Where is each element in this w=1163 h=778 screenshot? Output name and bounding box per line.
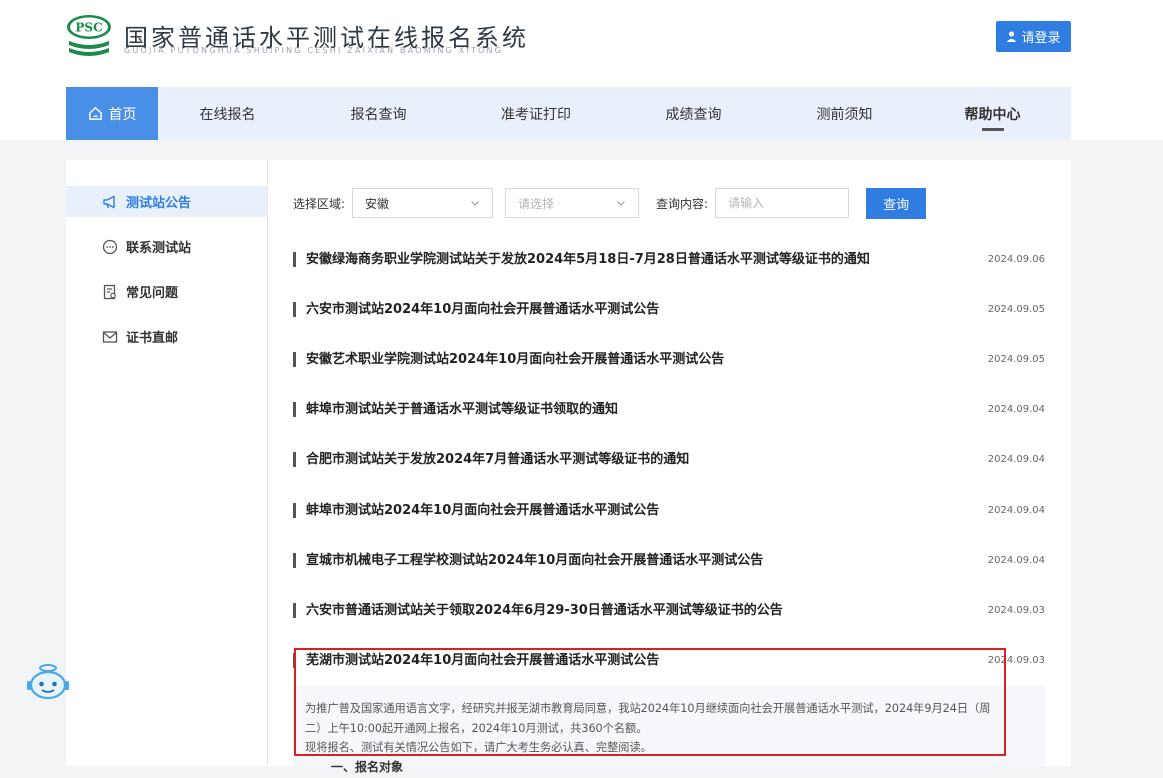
psc-logo[interactable]: PSC [66,14,112,60]
chevron-down-icon [617,201,625,206]
announcement-date: 2024.09.04 [987,554,1045,566]
chat-icon [102,239,118,254]
sidebar-item-faq[interactable]: 常见问题 [66,276,267,307]
login-button[interactable]: 请登录 [996,21,1071,52]
detail-line: 为推广普及国家通用语言文字，经研究并报芜湖市教育局同意，我站2024年10月继续… [305,702,991,715]
announcement-title[interactable]: 安徽绿海商务职业学院测试站关于发放2024年5月18日-7月28日普通话水平测试… [293,251,870,267]
login-label: 请登录 [1021,31,1061,46]
announcement-date: 2024.09.04 [987,404,1045,416]
site-subtitle: GUOJIA PUTONGHUA SHUIPING CESHI ZAIXIAN … [124,46,504,55]
list-item[interactable]: 安徽绿海商务职业学院测试站关于发放2024年5月18日-7月28日普通话水平测试… [293,234,1045,284]
announcement-date: 2024.09.04 [987,454,1045,466]
list-item[interactable]: 合肥市测试站关于发放2024年7月普通话水平测试等级证书的通知 2024.09.0… [293,435,1045,485]
announcement-date: 2024.09.04 [987,504,1045,516]
region-select[interactable]: 安徽 [352,188,494,218]
megaphone-icon [103,195,115,208]
chevron-down-icon [471,201,479,206]
list-item[interactable]: 宣城市机械电子工程学校测试站2024年10月面向社会开展普通话水平测试公告 202… [293,535,1045,585]
user-icon [1007,31,1017,42]
faq-icon [103,284,116,299]
city-select[interactable]: 请选择 [505,188,640,218]
sidebar-item-label: 常见问题 [126,286,179,301]
sidebar-item-cert-mail[interactable]: 证书直邮 [66,321,267,352]
content-panel: 测试站公告 联系测试站 常见问题 证书直邮 选择区域: 安徽 请选择 查询内容:… [66,160,1071,774]
robot-assistant-icon[interactable] [26,662,70,700]
nav-score-query[interactable]: 成绩查询 [612,87,775,140]
sidebar: 测试站公告 联系测试站 常见问题 证书直邮 [66,160,268,766]
announcement-detail: 为推广普及国家通用语言文字，经研究并报芜湖市教育局同意，我站2024年10月继续… [293,685,1045,774]
detail-subheading: 一、报名对象 [331,760,404,774]
nav-online-registration[interactable]: 在线报名 [158,87,297,140]
mail-icon [102,330,118,343]
home-icon [88,106,102,120]
announcement-date: 2024.09.05 [987,353,1045,365]
region-select-value: 安徽 [365,196,390,211]
nav-home[interactable]: 首页 [66,87,158,140]
announcement-title[interactable]: 芜湖市测试站2024年10月面向社会开展普通话水平测试公告 [293,653,659,669]
nav-registration-query[interactable]: 报名查询 [297,87,460,140]
detail-line: 二）上午10:00起开通网上报名，2024年10月测试，共360个名额。 [305,721,648,735]
search-button[interactable]: 查询 [866,187,927,219]
announcement-date: 2024.09.05 [987,303,1045,315]
announcement-title[interactable]: 六安市普通话测试站关于领取2024年6月29-30日普通话水平测试等级证书的公告 [293,602,783,618]
announcement-date: 2024.09.03 [987,655,1045,667]
announcement-title[interactable]: 安徽艺术职业学院测试站2024年10月面向社会开展普通话水平测试公告 [293,351,724,367]
sidebar-item-announcements[interactable]: 测试站公告 [66,186,267,217]
nav-test-notice[interactable]: 测前须知 [775,87,914,140]
announcement-title[interactable]: 蚌埠市测试站关于普通话水平测试等级证书领取的通知 [293,402,618,418]
nav-home-label: 首页 [108,106,137,123]
announcement-title[interactable]: 宣城市机械电子工程学校测试站2024年10月面向社会开展普通话水平测试公告 [293,552,763,568]
announcement-title[interactable]: 蚌埠市测试站2024年10月面向社会开展普通话水平测试公告 [293,502,659,518]
announcement-title[interactable]: 合肥市测试站关于发放2024年7月普通话水平测试等级证书的通知 [293,452,689,468]
svg-text:PSC: PSC [75,21,102,35]
city-select-placeholder: 请选择 [518,196,555,211]
announcement-date: 2024.09.03 [987,604,1045,616]
nav-admission-ticket[interactable]: 准考证打印 [460,87,612,140]
announcement-date: 2024.09.06 [987,253,1045,265]
query-label: 查询内容: [656,196,709,211]
list-item[interactable]: 六安市测试站2024年10月面向社会开展普通话水平测试公告 2024.09.05 [293,284,1045,334]
query-input[interactable] [715,188,850,218]
sidebar-item-label: 联系测试站 [126,241,192,256]
main-nav: 首页 在线报名 报名查询 准考证打印 成绩查询 测前须知 帮助中心 [66,87,1071,140]
region-label: 选择区域: [293,196,346,211]
filter-bar: 选择区域: 安徽 请选择 查询内容: 查询 [293,187,927,219]
list-item[interactable]: 蚌埠市测试站关于普通话水平测试等级证书领取的通知 2024.09.04 [293,385,1045,435]
sidebar-item-label: 测试站公告 [126,196,192,211]
site-header: PSC 国家普通话水平测试在线报名系统 GUOJIA PUTONGHUA SHU… [0,0,1163,140]
list-item-expanded[interactable]: 芜湖市测试站2024年10月面向社会开展普通话水平测试公告 2024.09.03 [293,636,1045,686]
detail-line: 现将报名、测试有关情况公告如下，请广大考生务必认真、完整阅读。 [305,741,652,754]
announcement-list: 安徽绿海商务职业学院测试站关于发放2024年5月18日-7月28日普通话水平测试… [293,234,1045,686]
sidebar-item-label: 证书直邮 [126,331,179,346]
announcement-title[interactable]: 六安市测试站2024年10月面向社会开展普通话水平测试公告 [293,301,659,317]
list-item[interactable]: 安徽艺术职业学院测试站2024年10月面向社会开展普通话水平测试公告 2024.0… [293,334,1045,384]
list-item[interactable]: 六安市普通话测试站关于领取2024年6月29-30日普通话水平测试等级证书的公告… [293,585,1045,635]
sidebar-item-contact[interactable]: 联系测试站 [66,231,267,262]
list-item[interactable]: 蚌埠市测试站2024年10月面向社会开展普通话水平测试公告 2024.09.04 [293,485,1045,535]
nav-help-center[interactable]: 帮助中心 [914,87,1071,140]
